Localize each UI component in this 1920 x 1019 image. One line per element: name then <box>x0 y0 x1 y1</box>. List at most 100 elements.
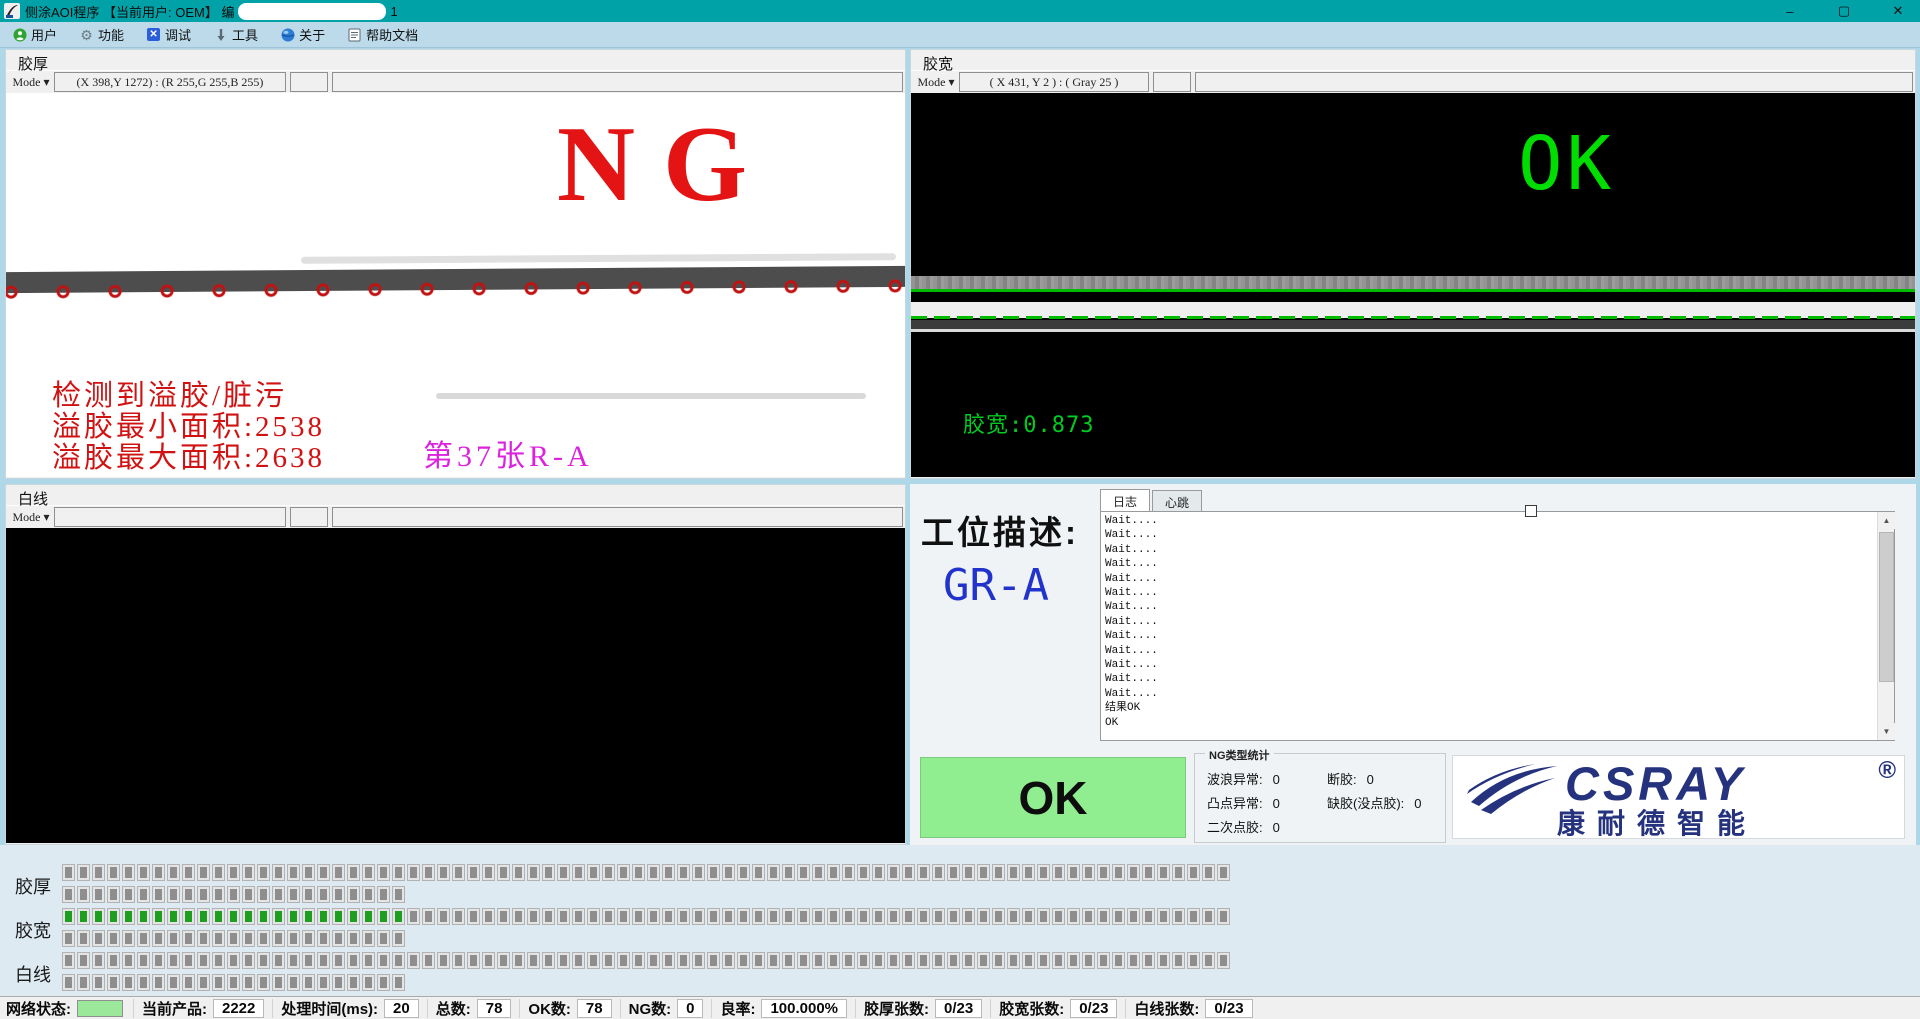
progress-cell <box>197 974 210 991</box>
progress-cell <box>107 952 120 969</box>
vendor-logo: CSRAY ® 康耐德智能 <box>1452 755 1905 839</box>
progress-cell <box>107 974 120 991</box>
progress-cell <box>782 864 795 881</box>
mode-dropdown[interactable]: Mode ▾ <box>8 507 54 527</box>
detection-line-lower <box>911 316 1915 319</box>
pixel-coordinate-readout: (X 398,Y 1272) : (R 255,G 255,B 255) <box>54 72 286 92</box>
progress-cell <box>1112 908 1125 925</box>
progress-cell <box>347 952 360 969</box>
progress-cell <box>677 908 690 925</box>
tab-log[interactable]: 日志 <box>1100 489 1150 511</box>
progress-cell <box>332 864 345 881</box>
progress-cell <box>287 952 300 969</box>
progress-cell <box>842 952 855 969</box>
progress-cell <box>1217 864 1230 881</box>
log-checkbox[interactable] <box>1525 505 1537 517</box>
scrollbar-thumb[interactable] <box>1879 532 1894 682</box>
statusbar-value: 78 <box>477 999 512 1018</box>
progress-cell <box>302 864 315 881</box>
progress-cell <box>227 930 240 947</box>
progress-cell <box>242 930 255 947</box>
progress-cell <box>722 864 735 881</box>
progress-cell <box>782 908 795 925</box>
progress-cell <box>1217 952 1230 969</box>
log-scrollbar[interactable]: ▲ ▼ <box>1877 512 1894 740</box>
white-line-image[interactable] <box>6 528 905 843</box>
progress-cell <box>152 864 165 881</box>
progress-cell <box>77 864 90 881</box>
image-smudge <box>301 253 896 264</box>
glue-width-image[interactable]: OK 胶宽:0.873 <box>911 93 1915 477</box>
logo-swoosh-icon <box>1465 762 1563 823</box>
white-line-panel: 白线 Mode ▾ <box>5 484 906 845</box>
mode-dropdown[interactable]: Mode ▾ <box>913 72 959 92</box>
menu-item-help-docs[interactable]: 帮助文档 <box>341 23 426 46</box>
maximize-button[interactable]: ▢ <box>1830 3 1858 19</box>
progress-cell <box>1052 908 1065 925</box>
minimize-button[interactable]: – <box>1776 4 1804 19</box>
menu-item-user[interactable]: 用户 <box>6 23 65 46</box>
progress-cell <box>92 930 105 947</box>
progress-cell <box>512 864 525 881</box>
title-redaction <box>238 3 386 20</box>
progress-cell <box>947 952 960 969</box>
progress-cell <box>362 908 375 925</box>
chevron-down-icon: ▾ <box>948 75 954 90</box>
progress-cell <box>992 864 1005 881</box>
progress-cell <box>287 974 300 991</box>
progress-cell <box>692 864 705 881</box>
ng-stat-value: 0 <box>1367 768 1381 792</box>
menu-item-tools[interactable]: 工具 <box>207 23 266 46</box>
progress-cell <box>752 952 765 969</box>
tab-heartbeat[interactable]: 心跳 <box>1152 490 1202 511</box>
progress-group-label: 白线 <box>15 961 51 987</box>
panel-title: 白线 <box>6 485 905 505</box>
progress-cell <box>137 930 150 947</box>
progress-cell <box>317 886 330 903</box>
menu-item-debug[interactable]: ✕ 调试 <box>140 23 199 46</box>
progress-cell <box>467 952 480 969</box>
mode-dropdown[interactable]: Mode ▾ <box>8 72 54 92</box>
menu-item-functions[interactable]: ⚙ 功能 <box>73 23 132 46</box>
progress-cell <box>377 952 390 969</box>
progress-row <box>62 974 407 991</box>
progress-cell <box>1202 908 1215 925</box>
progress-cell <box>932 908 945 925</box>
progress-cell <box>1142 864 1155 881</box>
progress-cell <box>332 952 345 969</box>
ng-statistics-title: NG类型统计 <box>1205 747 1274 763</box>
progress-cell <box>212 886 225 903</box>
progress-row <box>62 864 1232 881</box>
ng-stat-value: 0 <box>1273 768 1287 792</box>
log-line: Wait.... <box>1105 528 1874 542</box>
log-line: Wait.... <box>1105 572 1874 586</box>
station-description-label: 工位描述: <box>921 506 1079 554</box>
scroll-down-icon[interactable]: ▼ <box>1878 723 1895 740</box>
statusbar-value: 78 <box>577 999 612 1018</box>
ng-stat-label: 缺胶(没点胶): <box>1327 792 1404 816</box>
log-list[interactable]: Wait....Wait....Wait....Wait....Wait....… <box>1100 511 1895 741</box>
progress-cell <box>812 952 825 969</box>
statusbar-value: 2222 <box>213 999 264 1018</box>
progress-cell <box>377 930 390 947</box>
glue-thin-white-line <box>911 329 1915 332</box>
scroll-up-icon[interactable]: ▲ <box>1878 512 1895 529</box>
ng-stat-value: 0 <box>1414 792 1428 816</box>
glue-thickness-image[interactable]: NG 检测到溢胶/脏污 溢胶最小面积:2538 溢胶最大面积:2638 第37张… <box>6 93 905 477</box>
progress-cell <box>797 952 810 969</box>
progress-cell <box>1127 908 1140 925</box>
close-button[interactable]: ✕ <box>1884 3 1912 19</box>
progress-cell <box>272 952 285 969</box>
progress-cell <box>482 864 495 881</box>
menu-item-about[interactable]: 关于 <box>274 23 333 46</box>
progress-cell <box>722 952 735 969</box>
progress-cell <box>1217 908 1230 925</box>
statusbar-item: 胶厚张数:0/23 <box>855 999 990 1018</box>
panel-title: 胶厚 <box>6 50 905 70</box>
window-controls: – ▢ ✕ <box>1776 0 1912 22</box>
statusbar-label: 胶宽张数: <box>999 998 1064 1019</box>
progress-cell <box>947 864 960 881</box>
progress-cell <box>362 974 375 991</box>
progress-cell <box>1067 952 1080 969</box>
progress-cell <box>1112 952 1125 969</box>
